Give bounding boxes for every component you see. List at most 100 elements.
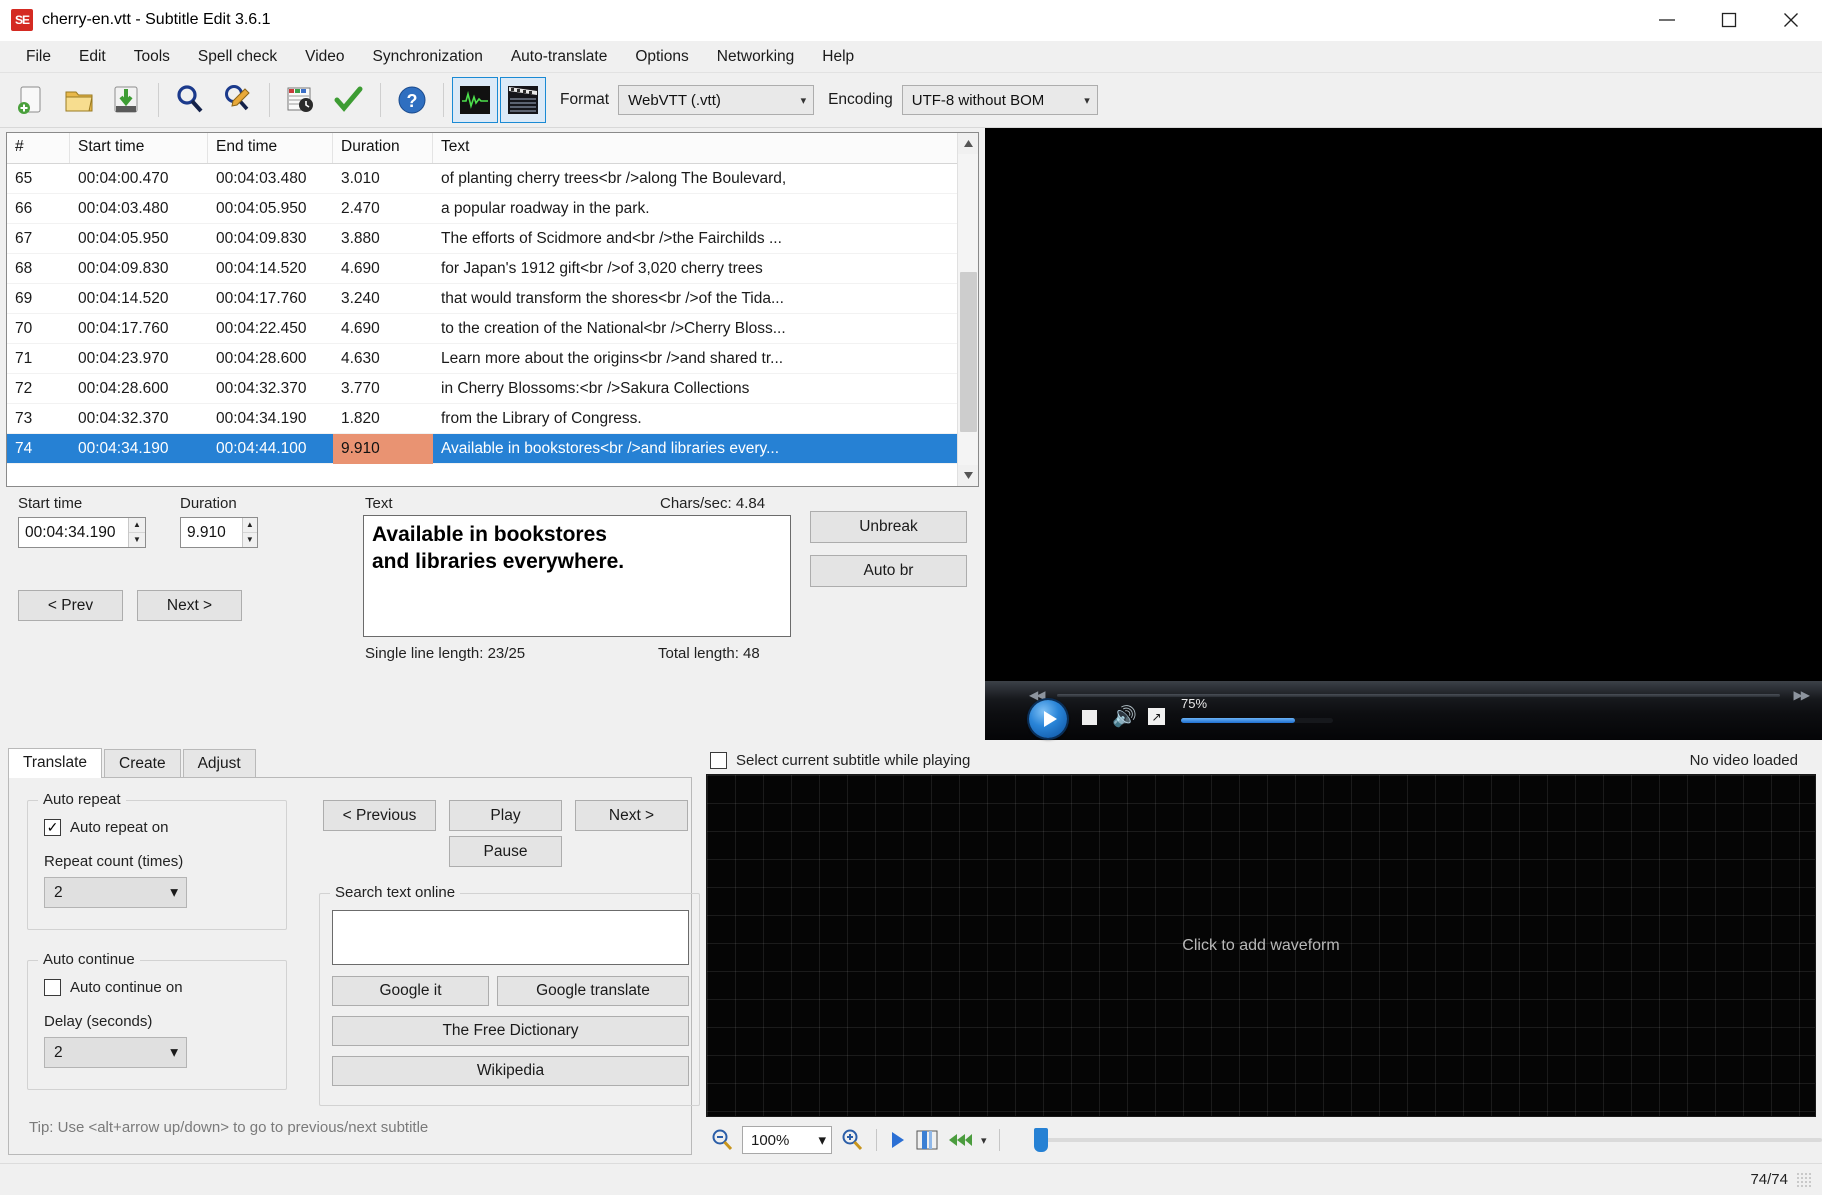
duration-stepper[interactable]: ▲ ▼ xyxy=(180,517,258,548)
menu-item-auto-translate[interactable]: Auto-translate xyxy=(497,43,622,71)
save-icon[interactable] xyxy=(104,77,150,123)
play-icon[interactable] xyxy=(1029,700,1067,738)
column-header-start-time[interactable]: Start time xyxy=(70,133,208,163)
spin-down-icon[interactable]: ▼ xyxy=(243,533,257,548)
delay-dropdown[interactable]: 2 ▾ xyxy=(44,1037,187,1068)
waveform-toolbar: 100% ▾ ▾ xyxy=(700,1117,1822,1163)
duration-input[interactable] xyxy=(181,518,242,547)
column-header-number[interactable]: # xyxy=(7,133,70,163)
stop-icon[interactable] xyxy=(1082,710,1097,725)
table-row[interactable]: 70 00:04:17.760 00:04:22.450 4.690 to th… xyxy=(7,314,978,344)
auto-br-button[interactable]: Auto br xyxy=(810,555,967,587)
scroll-up-icon[interactable] xyxy=(957,133,978,154)
auto-repeat-checkbox[interactable]: ✓ Auto repeat on xyxy=(44,819,168,836)
replace-icon[interactable] xyxy=(215,77,261,123)
column-header-duration[interactable]: Duration xyxy=(333,133,433,163)
subtitle-list-scrollbar[interactable] xyxy=(957,133,978,486)
format-dropdown[interactable]: WebVTT (.vtt) ▾ xyxy=(618,85,815,115)
zoom-out-icon[interactable] xyxy=(710,1128,734,1152)
start-time-stepper[interactable]: ▲ ▼ xyxy=(18,517,146,548)
menu-item-tools[interactable]: Tools xyxy=(120,43,184,71)
spin-up-icon[interactable]: ▲ xyxy=(128,518,145,533)
previous-button[interactable]: < Previous xyxy=(323,800,436,831)
table-row[interactable]: 69 00:04:14.520 00:04:17.760 3.240 that … xyxy=(7,284,978,314)
menu-item-file[interactable]: File xyxy=(12,43,65,71)
spin-down-icon[interactable]: ▼ xyxy=(129,533,145,548)
start-time-input[interactable] xyxy=(19,518,128,547)
find-icon[interactable] xyxy=(167,77,213,123)
volume-slider[interactable] xyxy=(1181,718,1333,723)
video-surface[interactable] xyxy=(985,128,1822,681)
play-button[interactable]: Play xyxy=(449,800,562,831)
table-row[interactable]: 66 00:04:03.480 00:04:05.950 2.470 a pop… xyxy=(7,194,978,224)
repeat-count-dropdown[interactable]: 2 ▾ xyxy=(44,877,187,908)
pause-button[interactable]: Pause xyxy=(449,836,562,867)
subtitle-text-input[interactable]: Available in bookstores and libraries eve… xyxy=(363,515,791,637)
tab-create[interactable]: Create xyxy=(104,749,181,778)
table-row[interactable]: 73 00:04:32.370 00:04:34.190 1.820 from … xyxy=(7,404,978,434)
table-row[interactable]: 65 00:04:00.470 00:04:03.480 3.010 of pl… xyxy=(7,164,978,194)
menu-item-help[interactable]: Help xyxy=(808,43,868,71)
open-icon[interactable] xyxy=(56,77,102,123)
google-it-button[interactable]: Google it xyxy=(332,976,489,1006)
column-header-end-time[interactable]: End time xyxy=(208,133,333,163)
table-row[interactable]: 67 00:04:05.950 00:04:09.830 3.880 The e… xyxy=(7,224,978,254)
seek-bar[interactable] xyxy=(1057,694,1780,697)
table-row[interactable]: 71 00:04:23.970 00:04:28.600 4.630 Learn… xyxy=(7,344,978,374)
forward-icon[interactable]: ▶▶ xyxy=(1794,688,1811,702)
close-icon[interactable] xyxy=(1760,0,1822,41)
auto-continue-checkbox[interactable]: Auto continue on xyxy=(44,979,183,996)
spellcheck-icon[interactable] xyxy=(326,77,372,123)
subtitle-list[interactable]: # Start time End time Duration Text 65 0… xyxy=(6,132,979,487)
spin-up-icon[interactable]: ▲ xyxy=(242,518,257,533)
resize-grip-icon[interactable] xyxy=(1796,1171,1812,1188)
menu-item-options[interactable]: Options xyxy=(621,43,702,71)
film-strip-icon[interactable] xyxy=(915,1129,939,1151)
free-dictionary-button[interactable]: The Free Dictionary xyxy=(332,1016,689,1046)
slider-handle[interactable] xyxy=(1033,1128,1048,1152)
help-icon[interactable]: ? xyxy=(389,77,435,123)
start-time-spin-arrows[interactable]: ▲ ▼ xyxy=(127,518,145,548)
search-input[interactable] xyxy=(332,910,689,965)
sync-icon[interactable] xyxy=(278,77,324,123)
wikipedia-button[interactable]: Wikipedia xyxy=(332,1056,689,1086)
select-subtitle-checkbox[interactable]: Select current subtitle while playing xyxy=(710,751,970,769)
chevron-down-icon[interactable]: ▾ xyxy=(981,1134,987,1147)
video-status-label: No video loaded xyxy=(1689,751,1798,769)
table-row[interactable]: 68 00:04:09.830 00:04:14.520 4.690 for J… xyxy=(7,254,978,284)
waveform-zoom-dropdown[interactable]: 100% ▾ xyxy=(742,1126,832,1154)
next-button[interactable]: Next > xyxy=(575,800,688,831)
prev-button[interactable]: < Prev xyxy=(18,590,123,621)
zoom-in-icon[interactable] xyxy=(840,1128,864,1152)
menu-item-spell-check[interactable]: Spell check xyxy=(184,43,291,71)
scrollbar-thumb[interactable] xyxy=(959,272,977,432)
scroll-down-icon[interactable] xyxy=(957,465,978,486)
minimize-icon[interactable] xyxy=(1636,0,1698,41)
menu-item-video[interactable]: Video xyxy=(291,43,358,71)
fast-forward-icon[interactable] xyxy=(947,1130,973,1150)
unbreak-button[interactable]: Unbreak xyxy=(810,511,967,543)
column-header-text[interactable]: Text xyxy=(433,133,978,163)
volume-icon[interactable]: 🔊 xyxy=(1112,707,1137,727)
video-toggle-icon[interactable] xyxy=(500,77,546,123)
menu-item-networking[interactable]: Networking xyxy=(703,43,809,71)
table-row-selected[interactable]: 74 00:04:34.190 00:04:44.100 9.910 Avail… xyxy=(7,433,978,464)
tab-adjust[interactable]: Adjust xyxy=(182,749,256,778)
encoding-dropdown[interactable]: UTF-8 without BOM ▾ xyxy=(901,85,1098,115)
menu-item-synchronization[interactable]: Synchronization xyxy=(359,43,497,71)
toolbar-separator-4 xyxy=(443,83,444,117)
maximize-icon[interactable] xyxy=(1698,0,1760,41)
table-row[interactable]: 72 00:04:28.600 00:04:32.370 3.770 in Ch… xyxy=(7,374,978,404)
next-button[interactable]: Next > xyxy=(137,590,242,621)
waveform-toggle-icon[interactable] xyxy=(452,77,498,123)
google-translate-button[interactable]: Google translate xyxy=(497,976,689,1006)
waveform-canvas[interactable]: Click to add waveform xyxy=(706,774,1816,1117)
waveform-play-icon[interactable] xyxy=(889,1130,907,1150)
scrollbar-track[interactable] xyxy=(957,154,978,465)
fullscreen-icon[interactable]: ↗ xyxy=(1148,708,1165,725)
menu-item-edit[interactable]: Edit xyxy=(65,43,120,71)
waveform-position-slider[interactable] xyxy=(1033,1128,1822,1152)
duration-spin-arrows[interactable]: ▲ ▼ xyxy=(241,518,257,548)
new-icon[interactable] xyxy=(8,77,54,123)
tab-translate[interactable]: Translate xyxy=(8,748,103,778)
